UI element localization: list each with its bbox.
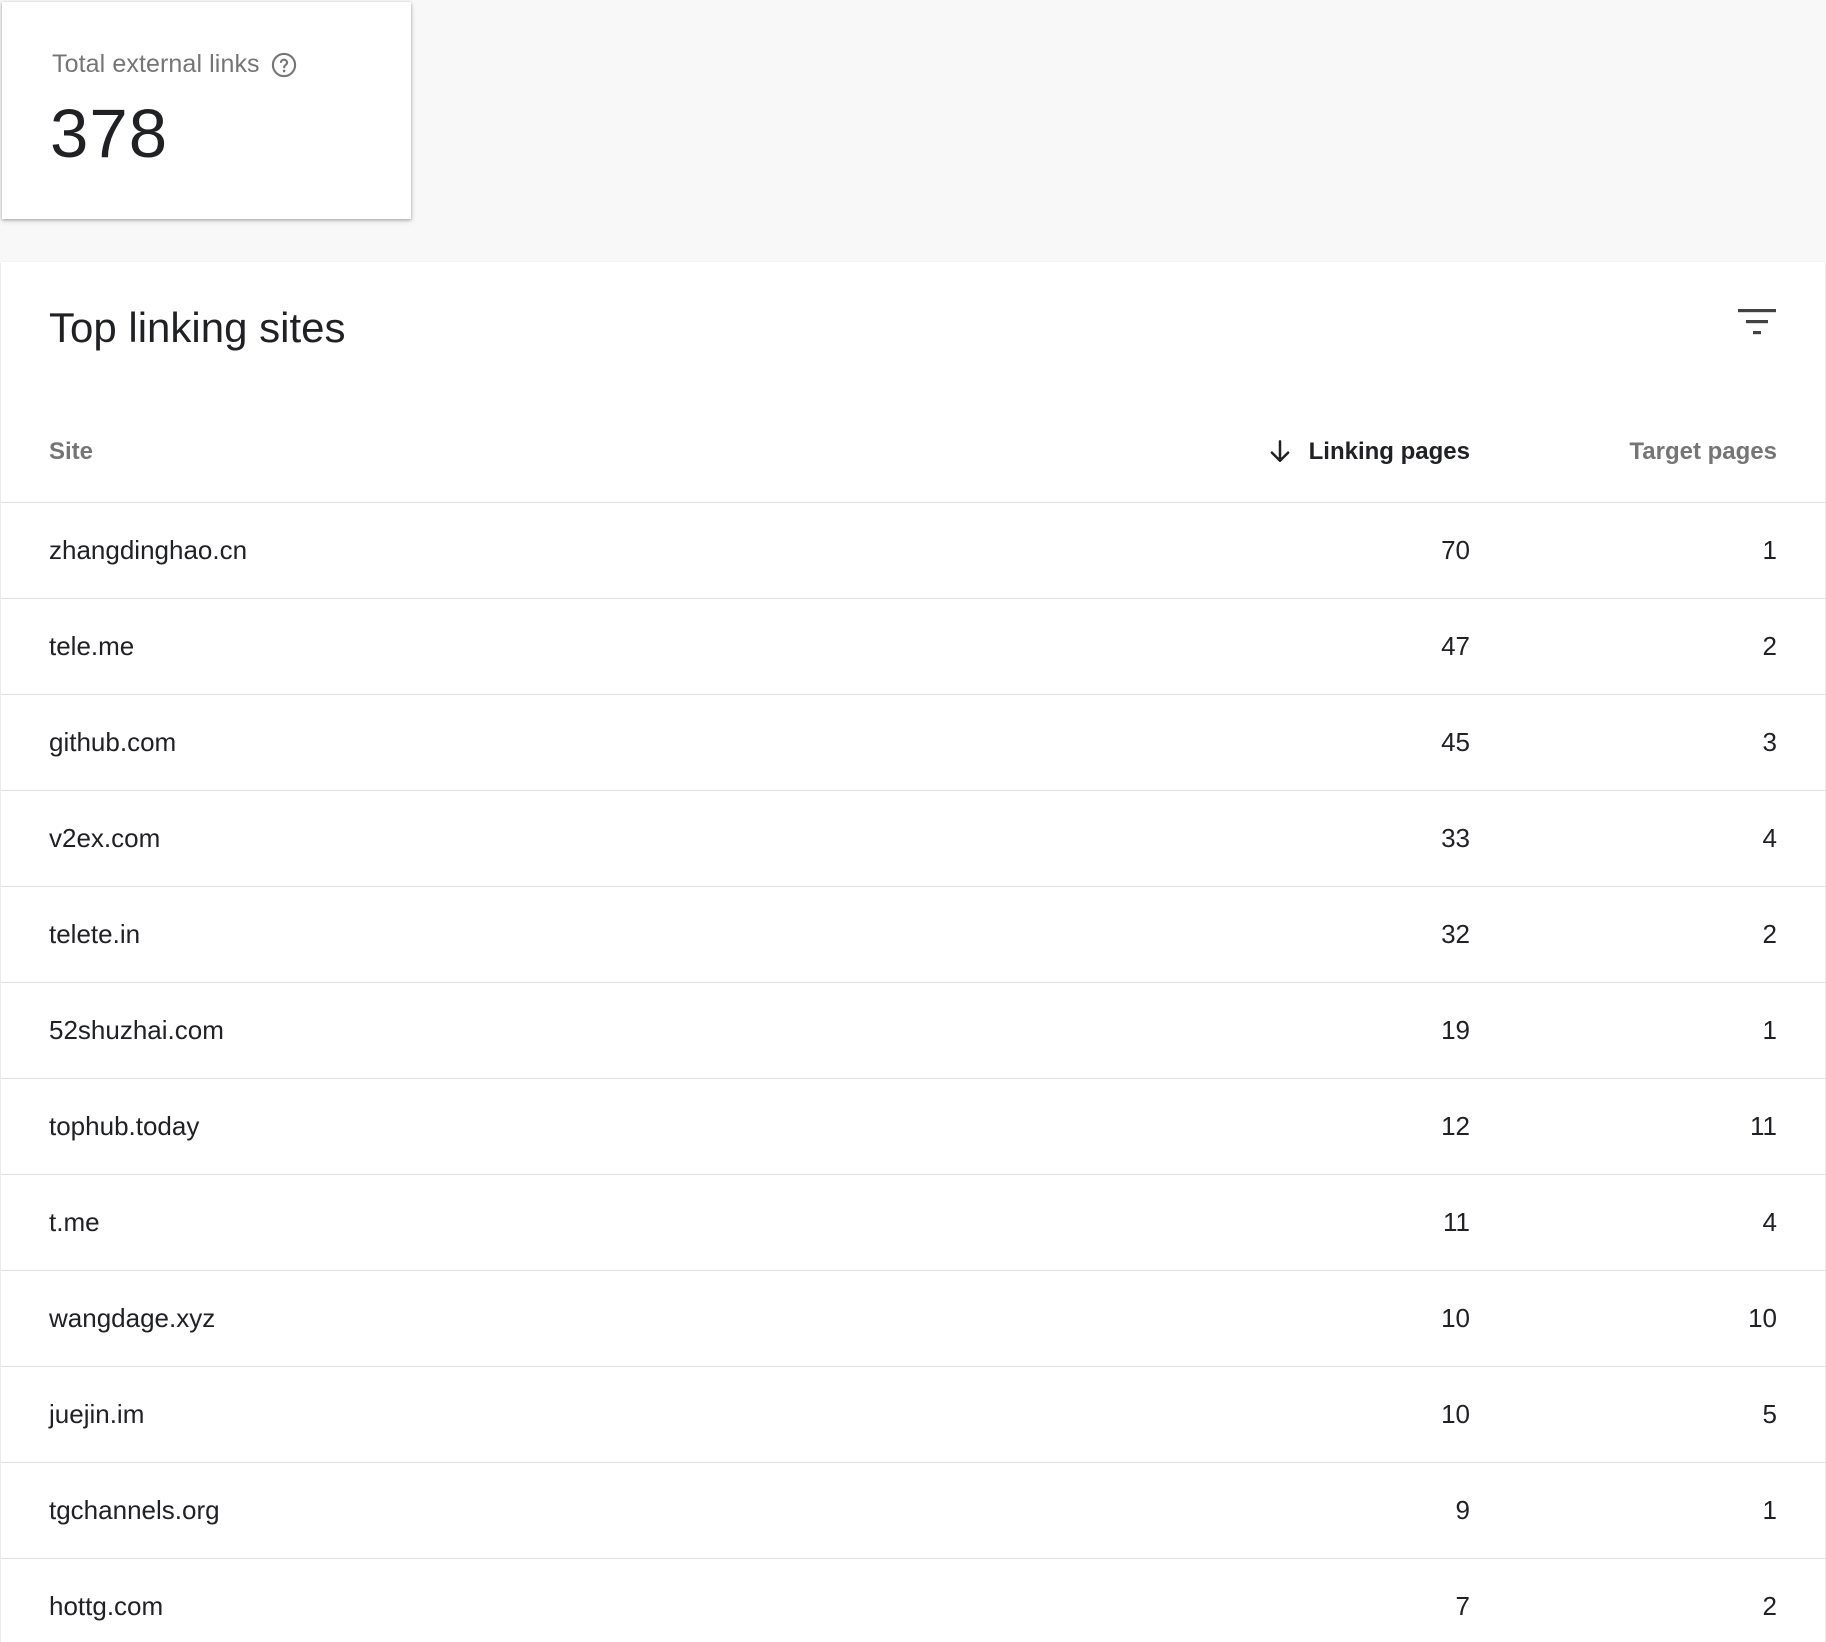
site-cell: telete.in (49, 919, 141, 949)
target-pages-cell: 5 (1762, 1399, 1777, 1429)
table-row[interactable]: wangdage.xyz 10 10 (1, 1271, 1825, 1367)
total-external-links-card: Total external links 378 (2, 2, 411, 219)
target-pages-cell: 1 (1762, 535, 1777, 565)
total-external-links-label: Total external links (52, 50, 260, 78)
site-cell: github.com (49, 727, 177, 757)
total-external-links-value: 378 (50, 95, 169, 172)
linking-pages-cell: 47 (1441, 631, 1470, 661)
arrow-down-icon (1265, 437, 1295, 467)
table-header: Site Linking pages Target pages (1, 402, 1825, 503)
table-row[interactable]: tophub.today 12 11 (1, 1079, 1825, 1175)
table-row[interactable]: tgchannels.org 9 1 (1, 1463, 1825, 1559)
linking-pages-header-label: Linking pages (1308, 438, 1470, 465)
site-cell: wangdage.xyz (49, 1303, 216, 1333)
filter-icon (1738, 308, 1776, 341)
target-pages-cell: 1 (1762, 1495, 1777, 1525)
site-cell: tgchannels.org (49, 1495, 220, 1525)
table-body: zhangdinghao.cn 70 1 tele.me 47 2 github… (1, 503, 1825, 1642)
site-cell: juejin.im (49, 1399, 145, 1429)
linking-pages-cell: 7 (1455, 1591, 1470, 1621)
site-cell: t.me (49, 1207, 100, 1237)
target-pages-cell: 2 (1762, 1591, 1777, 1621)
table-row[interactable]: tele.me 47 2 (1, 599, 1825, 695)
target-pages-cell: 2 (1762, 919, 1777, 949)
column-header-site[interactable]: Site (49, 402, 93, 502)
linking-pages-cell: 19 (1441, 1015, 1470, 1045)
site-cell: tophub.today (49, 1111, 200, 1141)
table-row[interactable]: github.com 45 3 (1, 695, 1825, 791)
table-row[interactable]: zhangdinghao.cn 70 1 (1, 503, 1825, 599)
site-cell: zhangdinghao.cn (49, 535, 248, 565)
site-cell: v2ex.com (49, 823, 161, 853)
linking-pages-cell: 33 (1441, 823, 1470, 853)
table-row[interactable]: juejin.im 10 5 (1, 1367, 1825, 1463)
table-row[interactable]: t.me 11 4 (1, 1175, 1825, 1271)
linking-pages-cell: 10 (1441, 1399, 1470, 1429)
top-linking-sites-card: Top linking sites Site Linking pages Tar… (1, 262, 1825, 1642)
site-cell: tele.me (49, 631, 135, 661)
column-header-linking-pages[interactable]: Linking pages (1265, 402, 1470, 502)
target-pages-cell: 10 (1748, 1303, 1777, 1333)
linking-pages-cell: 9 (1455, 1495, 1470, 1525)
target-pages-cell: 4 (1762, 1207, 1777, 1237)
summary-label-row: Total external links (52, 50, 298, 79)
site-cell: 52shuzhai.com (49, 1015, 224, 1045)
site-cell: hottg.com (49, 1591, 164, 1621)
top-linking-sites-title: Top linking sites (49, 304, 346, 351)
target-pages-cell: 2 (1762, 631, 1777, 661)
target-pages-cell: 3 (1762, 727, 1777, 757)
linking-pages-cell: 12 (1441, 1111, 1470, 1141)
target-pages-cell: 4 (1762, 823, 1777, 853)
target-pages-cell: 11 (1750, 1111, 1777, 1141)
table-row[interactable]: hottg.com 7 2 (1, 1559, 1825, 1642)
linking-pages-cell: 11 (1443, 1207, 1470, 1237)
filter-button[interactable] (1733, 300, 1781, 348)
table-row[interactable]: v2ex.com 33 4 (1, 791, 1825, 887)
linking-pages-cell: 10 (1441, 1303, 1470, 1333)
table-row[interactable]: telete.in 32 2 (1, 887, 1825, 983)
linking-pages-cell: 70 (1441, 535, 1470, 565)
linking-pages-cell: 45 (1441, 727, 1470, 757)
column-header-target-pages[interactable]: Target pages (1629, 402, 1777, 502)
target-pages-cell: 1 (1762, 1015, 1777, 1045)
linking-pages-cell: 32 (1441, 919, 1470, 949)
table-row[interactable]: 52shuzhai.com 19 1 (1, 983, 1825, 1079)
help-circle-icon[interactable] (270, 51, 298, 79)
